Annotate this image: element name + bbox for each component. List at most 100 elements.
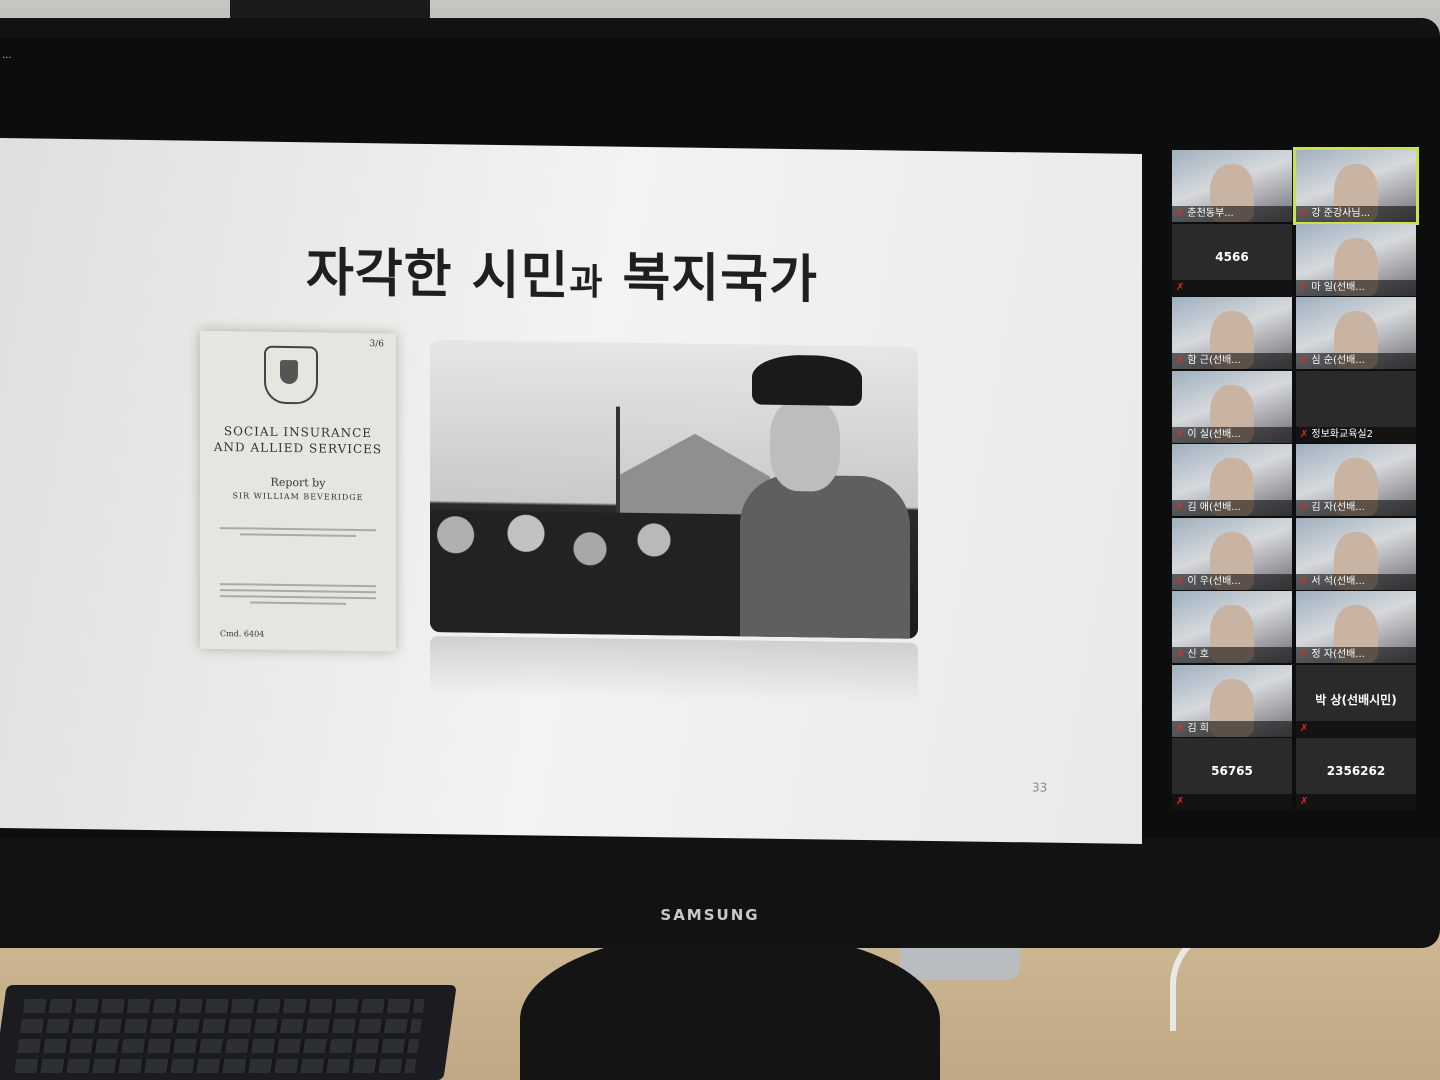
participant-tile[interactable]: ✗ 신 호 xyxy=(1172,591,1292,663)
muted-mic-icon: ✗ xyxy=(1176,208,1185,219)
doc-fine-print xyxy=(240,533,356,537)
muted-mic-icon: ✗ xyxy=(1300,722,1309,734)
participant-tile[interactable]: ✗ 정 자(선배... xyxy=(1296,591,1416,663)
participant-name-bar: ✗ 강 준강사님... xyxy=(1296,206,1416,222)
participant-display-name: 2356262 xyxy=(1326,764,1386,778)
photo-crowd xyxy=(430,510,750,637)
participant-tile[interactable]: ✗ 이 실(선배... xyxy=(1172,370,1292,443)
muted-mic-icon: ✗ xyxy=(1176,355,1185,366)
participant-name-bar: ✗ 춘천동부... xyxy=(1172,206,1292,222)
participant-name-bar: ✗ 서 석(선배... xyxy=(1296,573,1416,590)
slide-title: 자각한 시민과 복지국가 xyxy=(306,230,818,312)
participant-name: 이 실(선배... xyxy=(1187,428,1241,440)
participant-name-bar: ✗ xyxy=(1172,279,1292,296)
slide-title-connector: 과 xyxy=(569,261,604,304)
slide-page-number: 33 xyxy=(1032,780,1048,795)
participant-name: 함 근(선배... xyxy=(1187,355,1241,366)
photo-man-in-hat xyxy=(740,354,910,639)
participant-name-bar: ✗ 정 자(선배... xyxy=(1296,647,1416,663)
participant-name-bar: ✗ 김 자(선배... xyxy=(1296,500,1416,516)
participant-name: 강 준강사님... xyxy=(1311,208,1371,219)
participant-name-bar: ✗ xyxy=(1296,720,1416,737)
participant-tile[interactable]: ✗ 강 준강사님... xyxy=(1293,147,1419,225)
muted-mic-icon: ✗ xyxy=(1176,649,1185,660)
participant-name: 춘천동부... xyxy=(1187,208,1234,219)
doc-title: SOCIAL INSURANCE AND ALLIED SERVICES xyxy=(200,423,396,458)
photo-face xyxy=(770,398,840,492)
participant-name: 서 석(선배... xyxy=(1311,575,1365,587)
participant-tile[interactable]: ✗ 춘천동부... xyxy=(1172,150,1292,222)
slide-title-part-1: 자각한 시민 xyxy=(306,243,570,307)
muted-mic-icon: ✗ xyxy=(1176,502,1185,513)
participant-tile[interactable]: 2356262 ✗ xyxy=(1296,738,1416,810)
muted-mic-icon: ✗ xyxy=(1300,428,1309,440)
doc-title-line-2: AND ALLIED SERVICES xyxy=(213,439,383,457)
muted-mic-icon: ✗ xyxy=(1300,649,1309,660)
participant-name: 이 우(선배... xyxy=(1187,575,1241,587)
beveridge-report-cover: 3/6 SOCIAL INSURANCE AND ALLIED SERVICES… xyxy=(200,330,396,652)
participant-tile[interactable]: ✗ 김 희 xyxy=(1172,664,1292,737)
participant-tile[interactable]: ✗ 서 석(선배... xyxy=(1296,517,1416,590)
participant-name-bar: ✗ 김 희 xyxy=(1172,720,1292,737)
photo-reflection xyxy=(430,636,918,703)
keyboard xyxy=(0,985,457,1080)
doc-cmd-number: Cmd. 6404 xyxy=(220,629,265,639)
participant-tile[interactable]: ✗ 심 순(선배... xyxy=(1296,297,1416,369)
muted-mic-icon: ✗ xyxy=(1176,281,1185,293)
historical-photo xyxy=(430,340,918,639)
participant-tile[interactable]: 4566 ✗ xyxy=(1172,223,1292,296)
participant-name-bar: ✗ 정보화교육실2 xyxy=(1296,426,1416,443)
participant-tile[interactable]: ✗ 마 일(선배... xyxy=(1296,223,1416,296)
muted-mic-icon: ✗ xyxy=(1176,796,1185,807)
photo-hat xyxy=(752,354,862,407)
muted-mic-icon: ✗ xyxy=(1176,575,1185,587)
muted-mic-icon: ✗ xyxy=(1300,355,1309,366)
presentation-slide: 자각한 시민과 복지국가 3/6 SOCIAL INSURANCE AND AL… xyxy=(0,138,1142,844)
participant-tile[interactable]: ✗ 함 근(선배... xyxy=(1172,297,1292,369)
muted-mic-icon: ✗ xyxy=(1300,796,1309,807)
monitor-brand: SAMSUNG xyxy=(660,906,760,924)
doc-fine-print xyxy=(220,527,376,532)
doc-fine-print xyxy=(220,589,376,594)
participant-tile[interactable]: 56765 ✗ xyxy=(1172,738,1292,810)
participant-display-name: 4566 xyxy=(1215,249,1249,264)
participant-name: 마 일(선배... xyxy=(1311,281,1365,293)
participant-name-bar: ✗ xyxy=(1172,794,1292,810)
doc-report-by: Report by xyxy=(270,475,326,490)
royal-crest-icon xyxy=(264,345,318,405)
participant-gallery: ✗ 춘천동부... ✗ 강 준강사님... 4566 ✗ ✗ 마 일(선배... ✗ 함 근(선배… xyxy=(1160,147,1420,828)
doc-price: 3/6 xyxy=(369,339,384,350)
participant-name: 정보화교육실2 xyxy=(1311,428,1373,440)
photo-coat xyxy=(740,474,910,639)
participant-name-bar: ✗ 마 일(선배... xyxy=(1296,279,1416,296)
participant-name: 정 자(선배... xyxy=(1311,649,1365,660)
participant-tile[interactable]: ✗ 이 우(선배... xyxy=(1172,517,1292,590)
participant-name-bar: ✗ 함 근(선배... xyxy=(1172,353,1292,369)
participant-display-name: 박 상(선배시민) xyxy=(1315,692,1397,707)
participant-name: 김 희 xyxy=(1187,722,1209,734)
doc-fine-print xyxy=(250,601,346,605)
muted-mic-icon: ✗ xyxy=(1176,428,1185,440)
participant-tile[interactable]: ✗ 김 자(선배... xyxy=(1296,444,1416,516)
doc-fine-print xyxy=(220,583,376,588)
participant-name-bar: ✗ 심 순(선배... xyxy=(1296,353,1416,369)
participant-tile[interactable]: 박 상(선배시민) ✗ xyxy=(1296,664,1416,737)
participant-name: 신 호 xyxy=(1187,649,1209,660)
muted-mic-icon: ✗ xyxy=(1300,281,1309,293)
participant-name-bar: ✗ 이 실(선배... xyxy=(1172,426,1292,443)
muted-mic-icon: ✗ xyxy=(1300,208,1309,219)
participant-tile[interactable]: ✗ 정보화교육실2 xyxy=(1296,370,1416,443)
muted-mic-icon: ✗ xyxy=(1300,575,1309,587)
participant-tile[interactable]: ✗ 김 애(선배... xyxy=(1172,444,1292,516)
doc-author: SIR WILLIAM BEVERIDGE xyxy=(232,491,364,503)
participant-name-bar: ✗ 이 우(선배... xyxy=(1172,573,1292,590)
muted-mic-icon: ✗ xyxy=(1300,502,1309,513)
participant-name: 심 순(선배... xyxy=(1311,355,1365,366)
window-menu-dots[interactable]: ... xyxy=(2,50,12,61)
doc-fine-print xyxy=(220,595,376,600)
participant-name-bar: ✗ 신 호 xyxy=(1172,647,1292,663)
muted-mic-icon: ✗ xyxy=(1176,722,1185,734)
slide-title-part-2: 복지국가 xyxy=(622,247,818,311)
participant-display-name: 56765 xyxy=(1211,764,1253,778)
participant-name: 김 애(선배... xyxy=(1187,502,1241,513)
